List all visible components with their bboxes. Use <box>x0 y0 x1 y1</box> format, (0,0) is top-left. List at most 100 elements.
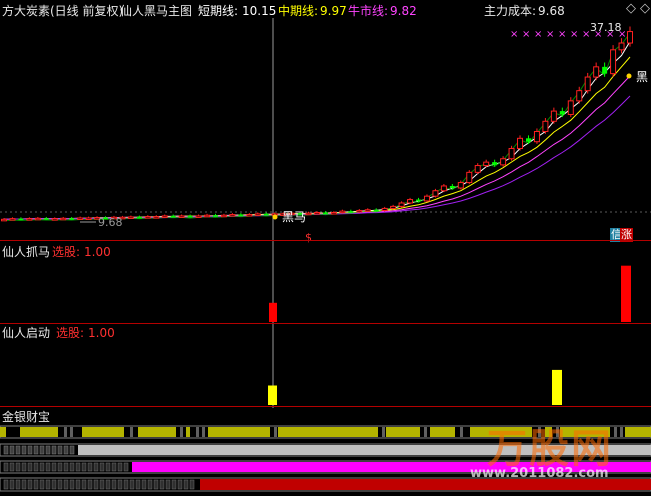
gold-row-3-block <box>3 462 9 472</box>
short-line <box>3 41 631 220</box>
gold-row-4-block <box>39 479 45 490</box>
gold-row-4-block <box>159 479 165 490</box>
candle-body <box>440 185 447 192</box>
candle-body <box>610 49 617 75</box>
gold-row-4-block <box>57 479 63 490</box>
candle-body <box>195 215 202 218</box>
launch-panel-title: 仙人启动 <box>2 326 51 340</box>
gold-row-2-block <box>3 445 9 455</box>
candle-body <box>85 217 92 220</box>
candle-body <box>602 66 608 74</box>
gold-row-4-block <box>165 479 171 490</box>
candle-body <box>432 190 439 197</box>
gold-row-4-block <box>3 479 9 490</box>
gold-row-1-tick <box>620 427 623 437</box>
gold-row-4-block <box>15 479 21 490</box>
top-x-marker: × <box>558 29 566 40</box>
black-horse-dot-right <box>626 73 632 79</box>
gold-row-4-block <box>183 479 189 490</box>
gold-row-4-block <box>93 479 99 490</box>
candle-body <box>153 216 160 219</box>
gold-row-4-block <box>81 479 87 490</box>
launch-select-value: 1.00 <box>88 326 115 340</box>
candle-body <box>550 110 557 122</box>
candle-body <box>533 131 540 143</box>
separator-launch <box>0 406 651 407</box>
candle-body <box>187 215 193 218</box>
gold-row-3-block <box>99 462 105 472</box>
candle-body <box>18 218 24 221</box>
gold-row-2-block <box>21 445 27 455</box>
gold-row-3-block <box>69 462 75 472</box>
gold-row-4-block <box>129 479 135 490</box>
gold-row-3-block <box>21 462 27 472</box>
candle-body <box>517 137 524 150</box>
candle-body <box>492 162 498 165</box>
candle-body <box>263 213 269 216</box>
top-x-marker: × <box>570 29 578 40</box>
candle-body <box>246 214 253 217</box>
grab-select-value: 1.00 <box>84 245 111 259</box>
candle-body <box>508 148 515 160</box>
candle-body <box>51 218 58 221</box>
candle-body <box>9 218 16 221</box>
candle-body <box>466 171 473 184</box>
diamond-icon-2[interactable]: ◇ <box>640 2 650 16</box>
gold-row-4-block <box>153 479 159 490</box>
launch-signal-bar <box>552 369 562 405</box>
gold-row-1-tick <box>180 427 183 437</box>
gold-row-1-tick <box>614 427 617 437</box>
dollar-marker: $ <box>305 231 312 244</box>
candle-body <box>500 158 507 166</box>
gold-row-2-block <box>69 445 75 455</box>
candle-body <box>390 205 397 209</box>
candle-body <box>525 138 531 142</box>
short-line-value: 10.15 <box>242 4 277 18</box>
candle-body <box>212 215 218 217</box>
gold-row-1-band <box>138 427 176 437</box>
gold-row-3-block <box>57 462 63 472</box>
gold-row-1-tick <box>196 427 199 437</box>
candle-body <box>238 214 244 217</box>
gold-row-2-block <box>57 445 63 455</box>
gold-row-1-tick <box>424 427 427 437</box>
gold-row-3-block <box>15 462 21 472</box>
black-horse-dot <box>272 214 278 220</box>
gold-row-2-block <box>39 445 45 455</box>
candle-body <box>43 218 49 220</box>
candle-body <box>136 216 142 219</box>
gold-row-4-block <box>111 479 117 490</box>
mid-line-label: 中期线: <box>278 4 319 18</box>
candle-body <box>144 216 151 219</box>
gold-row-2-block <box>51 445 57 455</box>
gold-row-3-block <box>75 462 81 472</box>
candle-body <box>407 199 414 204</box>
gold-row-2-block <box>33 445 39 455</box>
chart-stage[interactable]: × × × × × × × × × × 方大炭素(日线 前复权) 仙人黑马主图 短期线: 10.1… <box>0 0 651 496</box>
gold-row-3-block <box>87 462 93 472</box>
gold-row-4-block <box>117 479 123 490</box>
top-x-marker: × <box>510 29 518 40</box>
black-horse-marker-right: 黑 <box>636 70 649 84</box>
gold-row-2-block <box>63 445 69 455</box>
main-cost-label: 主力成本: <box>484 4 537 18</box>
candle-body <box>356 209 363 213</box>
bull-line-label: 牛市线: <box>348 4 389 18</box>
gold-row-4-block <box>9 479 15 490</box>
gold-row-1-tick <box>130 427 133 437</box>
candle-body <box>576 90 583 102</box>
gold-row-4-block <box>141 479 147 490</box>
mid-line-value: 9.97 <box>320 4 347 18</box>
indicator-name: 仙人黑马主图 <box>120 4 193 18</box>
diamond-icon[interactable]: ◇ <box>626 2 636 16</box>
candle-body <box>127 216 134 219</box>
candle-body <box>474 165 481 173</box>
candle-body <box>229 214 236 217</box>
gold-row-3-block <box>27 462 33 472</box>
gold-row-1-band <box>0 427 6 437</box>
gold-row-4-block <box>21 479 27 490</box>
watermark-url: www.2011082.com <box>470 466 609 481</box>
gold-row-1-band <box>208 427 270 437</box>
gold-row-1-band <box>386 427 420 437</box>
grab-panel-title: 仙人抓马 <box>2 245 51 259</box>
